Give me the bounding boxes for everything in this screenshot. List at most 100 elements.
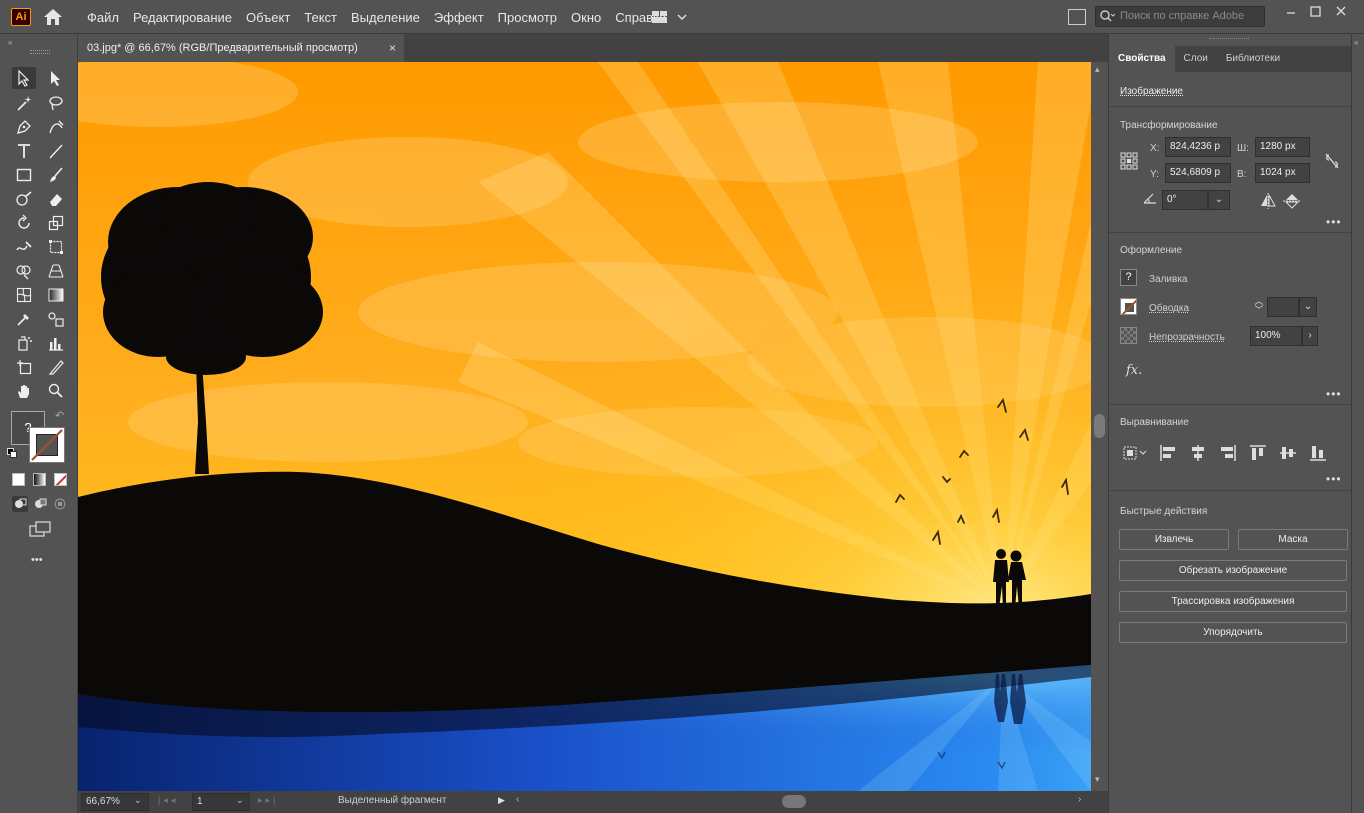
vertical-scroll-thumb[interactable] [1094,414,1105,438]
collapse-toolbar-icon[interactable]: « [8,38,12,47]
none-mode-button[interactable] [54,473,67,486]
minimize-button[interactable] [1278,2,1304,22]
blend-tool-icon[interactable] [44,308,68,330]
curvature-tool-icon[interactable] [44,116,68,138]
symbol-sprayer-tool-icon[interactable] [12,332,36,354]
zoom-dropdown-icon[interactable]: ⌄ [134,795,142,806]
hand-tool-icon[interactable] [12,380,36,402]
panel-grip[interactable] [1209,38,1249,42]
toolbar-grip[interactable] [30,50,50,54]
image-trace-button[interactable]: Трассировка изображения [1119,591,1347,612]
opacity-icon[interactable] [1120,327,1137,344]
column-graph-tool-icon[interactable] [44,332,68,354]
first-artboard-icon[interactable]: |◂◂ [158,795,178,806]
draw-normal-icon[interactable] [12,496,28,512]
opacity-label[interactable]: Непрозрачность [1149,332,1225,343]
default-colors-icon[interactable] [7,447,17,458]
align-top-icon[interactable] [1249,444,1267,462]
rotate-tool-icon[interactable] [12,212,36,234]
rotation-field[interactable]: 0° [1162,190,1208,210]
rotation-dropdown-icon[interactable]: ⌄ [1208,190,1230,210]
crop-image-button[interactable]: Обрезать изображение [1119,560,1347,581]
menu-edit[interactable]: Редактирование [132,10,233,25]
transform-more-button[interactable]: ••• [1326,215,1342,229]
align-right-icon[interactable] [1219,444,1237,462]
stroke-weight-field[interactable] [1267,297,1299,317]
align-bottom-icon[interactable] [1309,444,1327,462]
scroll-left-icon[interactable]: ‹ [516,794,519,805]
status-menu-icon[interactable]: ▶ [498,795,505,806]
fx-icon[interactable]: fx. [1126,363,1142,378]
opacity-dropdown-icon[interactable]: › [1302,326,1318,346]
edit-toolbar-button[interactable]: ••• [31,554,43,566]
close-window-button[interactable] [1328,2,1354,22]
shaper-tool-icon[interactable] [12,188,36,210]
vertical-scrollbar[interactable]: ▴ ▾ [1091,62,1108,791]
document-tab[interactable]: 03.jpg* @ 66,67% (RGB/Предварительный пр… [78,34,404,62]
help-search-input[interactable]: Поиск по справке Adobe [1095,6,1265,27]
draw-inside-icon[interactable] [52,496,68,512]
tab-libraries[interactable]: Библиотеки [1217,46,1289,72]
eraser-tool-icon[interactable] [44,188,68,210]
mesh-tool-icon[interactable] [12,284,36,306]
x-position-field[interactable]: 824,4236 р [1165,137,1231,157]
expand-dock-icon[interactable]: « [1354,38,1358,47]
slice-tool-icon[interactable] [44,356,68,378]
warp-tool-icon[interactable] [12,236,36,258]
line-tool-icon[interactable] [44,140,68,162]
align-vertical-center-icon[interactable] [1279,444,1297,462]
rectangle-tool-icon[interactable] [12,164,36,186]
paintbrush-tool-icon[interactable] [44,164,68,186]
artboard-dropdown-icon[interactable]: ⌄ [236,795,244,806]
horizontal-scroll-thumb[interactable] [782,795,806,808]
home-icon[interactable] [42,7,64,27]
tab-properties[interactable]: Свойства [1109,46,1175,72]
constrain-proportions-icon[interactable] [1324,152,1340,170]
tab-layers[interactable]: Слои [1175,46,1217,72]
menu-window[interactable]: Окно [570,10,602,25]
mask-button[interactable]: Маска [1238,529,1348,550]
menu-view[interactable]: Просмотр [497,10,558,25]
align-more-button[interactable]: ••• [1326,472,1342,486]
next-artboard-icon[interactable]: ▸▸| [258,795,278,806]
align-to-icon[interactable] [1122,444,1148,462]
fill-color-swatch[interactable]: ? [1120,269,1137,286]
swap-fill-stroke-icon[interactable]: ↶ [55,409,64,422]
align-horizontal-center-icon[interactable] [1189,444,1207,462]
opacity-field[interactable]: 100% [1250,326,1302,346]
scroll-down-icon[interactable]: ▾ [1095,774,1100,785]
fill-stroke-widget[interactable]: ? ↶ [7,409,69,469]
close-tab-icon[interactable]: × [389,34,396,62]
scroll-up-icon[interactable]: ▴ [1095,64,1100,75]
stroke-color-swatch[interactable] [1120,298,1137,315]
artboard-canvas[interactable] [78,62,1091,791]
free-transform-tool-icon[interactable] [44,236,68,258]
gradient-tool-icon[interactable] [44,284,68,306]
magic-wand-tool-icon[interactable] [12,92,36,114]
draw-behind-icon[interactable] [32,496,48,512]
menu-object[interactable]: Объект [245,10,291,25]
color-mode-button[interactable] [12,473,25,486]
zoom-tool-icon[interactable] [44,380,68,402]
perspective-grid-tool-icon[interactable] [44,260,68,282]
width-field[interactable]: 1280 px [1255,137,1310,157]
stroke-weight-stepper[interactable]: ︿ ﹀ [1250,297,1268,317]
menu-type[interactable]: Текст [303,10,338,25]
placed-image[interactable] [78,62,1091,791]
stroke-swatch[interactable] [29,427,65,463]
direct-selection-tool-icon[interactable] [44,67,68,89]
screen-mode-icon[interactable] [28,520,52,538]
menu-file[interactable]: Файл [86,10,120,25]
y-position-field[interactable]: 524,6809 р [1165,163,1231,183]
shape-builder-tool-icon[interactable] [12,260,36,282]
gradient-mode-button[interactable] [33,473,46,486]
height-field[interactable]: 1024 px [1255,163,1310,183]
type-tool-icon[interactable] [12,140,36,162]
maximize-button[interactable] [1302,2,1328,22]
pen-tool-icon[interactable] [12,116,36,138]
menu-select[interactable]: Выделение [350,10,421,25]
extract-button[interactable]: Извлечь [1119,529,1229,550]
artboard-tool-icon[interactable] [12,356,36,378]
reference-point-icon[interactable] [1120,152,1138,170]
arrange-button[interactable]: Упорядочить [1119,622,1347,643]
